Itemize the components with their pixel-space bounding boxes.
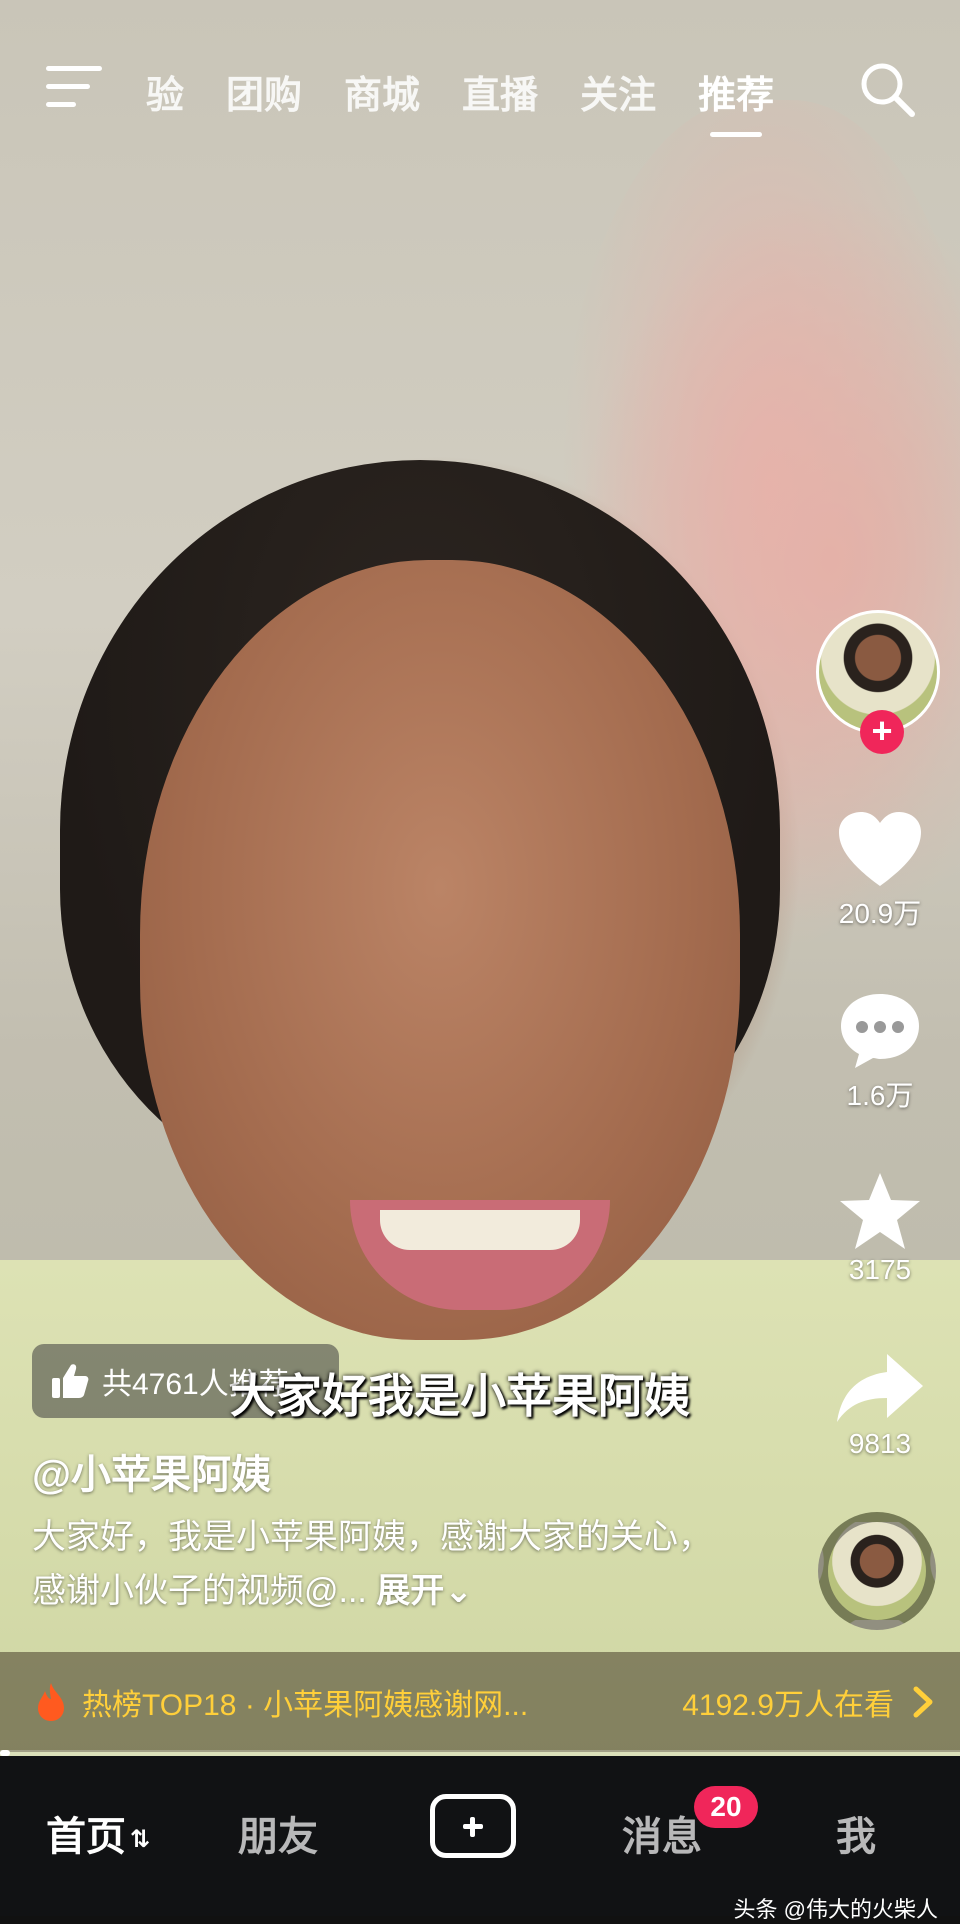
share-count: 9813 bbox=[848, 1428, 912, 1459]
share-icon bbox=[837, 1354, 923, 1422]
messages-badge: 20 bbox=[694, 1786, 758, 1828]
tab-experience[interactable]: 验 bbox=[146, 64, 184, 119]
author-avatar-wrap: + bbox=[816, 610, 940, 754]
hot-rank-viewers: 4192.9万人在看 bbox=[682, 1689, 894, 1722]
nav-home[interactable]: 首页 ⇅ bbox=[46, 1804, 150, 1862]
expand-link[interactable]: 展开⌄ bbox=[376, 1572, 473, 1610]
video-description: 大家好，我是小苹果阿姨，感谢大家的关心，感谢小伙子的视频@... 展开⌄ bbox=[32, 1510, 732, 1618]
thumbs-up-icon bbox=[52, 1364, 89, 1398]
create-button[interactable] bbox=[430, 1794, 516, 1858]
watermark: 头条 @伟大的火柴人 bbox=[733, 1897, 938, 1922]
flame-icon bbox=[38, 1683, 64, 1721]
favorite-button[interactable]: 3175 bbox=[800, 1170, 960, 1286]
nav-me[interactable]: 我 bbox=[836, 1804, 876, 1862]
comment-button[interactable]: 1.6万 bbox=[800, 990, 960, 1114]
description-text: 大家好，我是小苹果阿姨，感谢大家的关心，感谢小伙子的视频@... bbox=[32, 1518, 712, 1610]
nav-friends[interactable]: 朋友 bbox=[238, 1804, 318, 1862]
tab-group-buy[interactable]: 团购 bbox=[226, 64, 302, 119]
comment-count: 1.6万 bbox=[846, 1080, 914, 1111]
music-disc[interactable] bbox=[818, 1512, 936, 1630]
hot-rank-title: 热榜TOP18 · 小苹果阿姨感谢网... bbox=[82, 1689, 529, 1722]
search-icon[interactable] bbox=[858, 60, 916, 118]
expand-label: 展开 bbox=[376, 1572, 445, 1610]
comment-icon bbox=[841, 994, 919, 1068]
top-nav: 验 团购 商城 直播 关注 推荐 bbox=[0, 30, 960, 137]
star-icon bbox=[840, 1173, 920, 1249]
like-count: 20.9万 bbox=[838, 898, 922, 929]
chevron-right-icon bbox=[913, 1686, 933, 1718]
author-name[interactable]: @小苹果阿姨 bbox=[32, 1442, 271, 1500]
nav-home-label: 首页 bbox=[46, 1815, 126, 1859]
video-subtitle: 大家好我是小苹果阿姨 bbox=[230, 1370, 690, 1422]
menu-icon[interactable] bbox=[46, 66, 102, 112]
tab-following[interactable]: 关注 bbox=[580, 64, 656, 119]
video-teeth bbox=[380, 1210, 580, 1250]
hot-rank-bar[interactable]: 热榜TOP18 · 小苹果阿姨感谢网... 4192.9万人在看 bbox=[0, 1652, 960, 1752]
favorite-count: 3175 bbox=[848, 1254, 912, 1285]
tab-live[interactable]: 直播 bbox=[462, 64, 538, 119]
top-tabs: 验 团购 商城 直播 关注 推荐 bbox=[146, 64, 774, 137]
tab-recommended[interactable]: 推荐 bbox=[698, 64, 774, 137]
share-button[interactable]: 9813 bbox=[800, 1350, 960, 1460]
tab-mall[interactable]: 商城 bbox=[344, 64, 420, 119]
nav-messages[interactable]: 消息 bbox=[622, 1804, 702, 1862]
swap-arrows-icon: ⇅ bbox=[130, 1825, 151, 1853]
heart-icon bbox=[839, 812, 921, 886]
follow-plus-icon[interactable]: + bbox=[860, 710, 904, 754]
like-button[interactable]: 20.9万 bbox=[800, 810, 960, 932]
